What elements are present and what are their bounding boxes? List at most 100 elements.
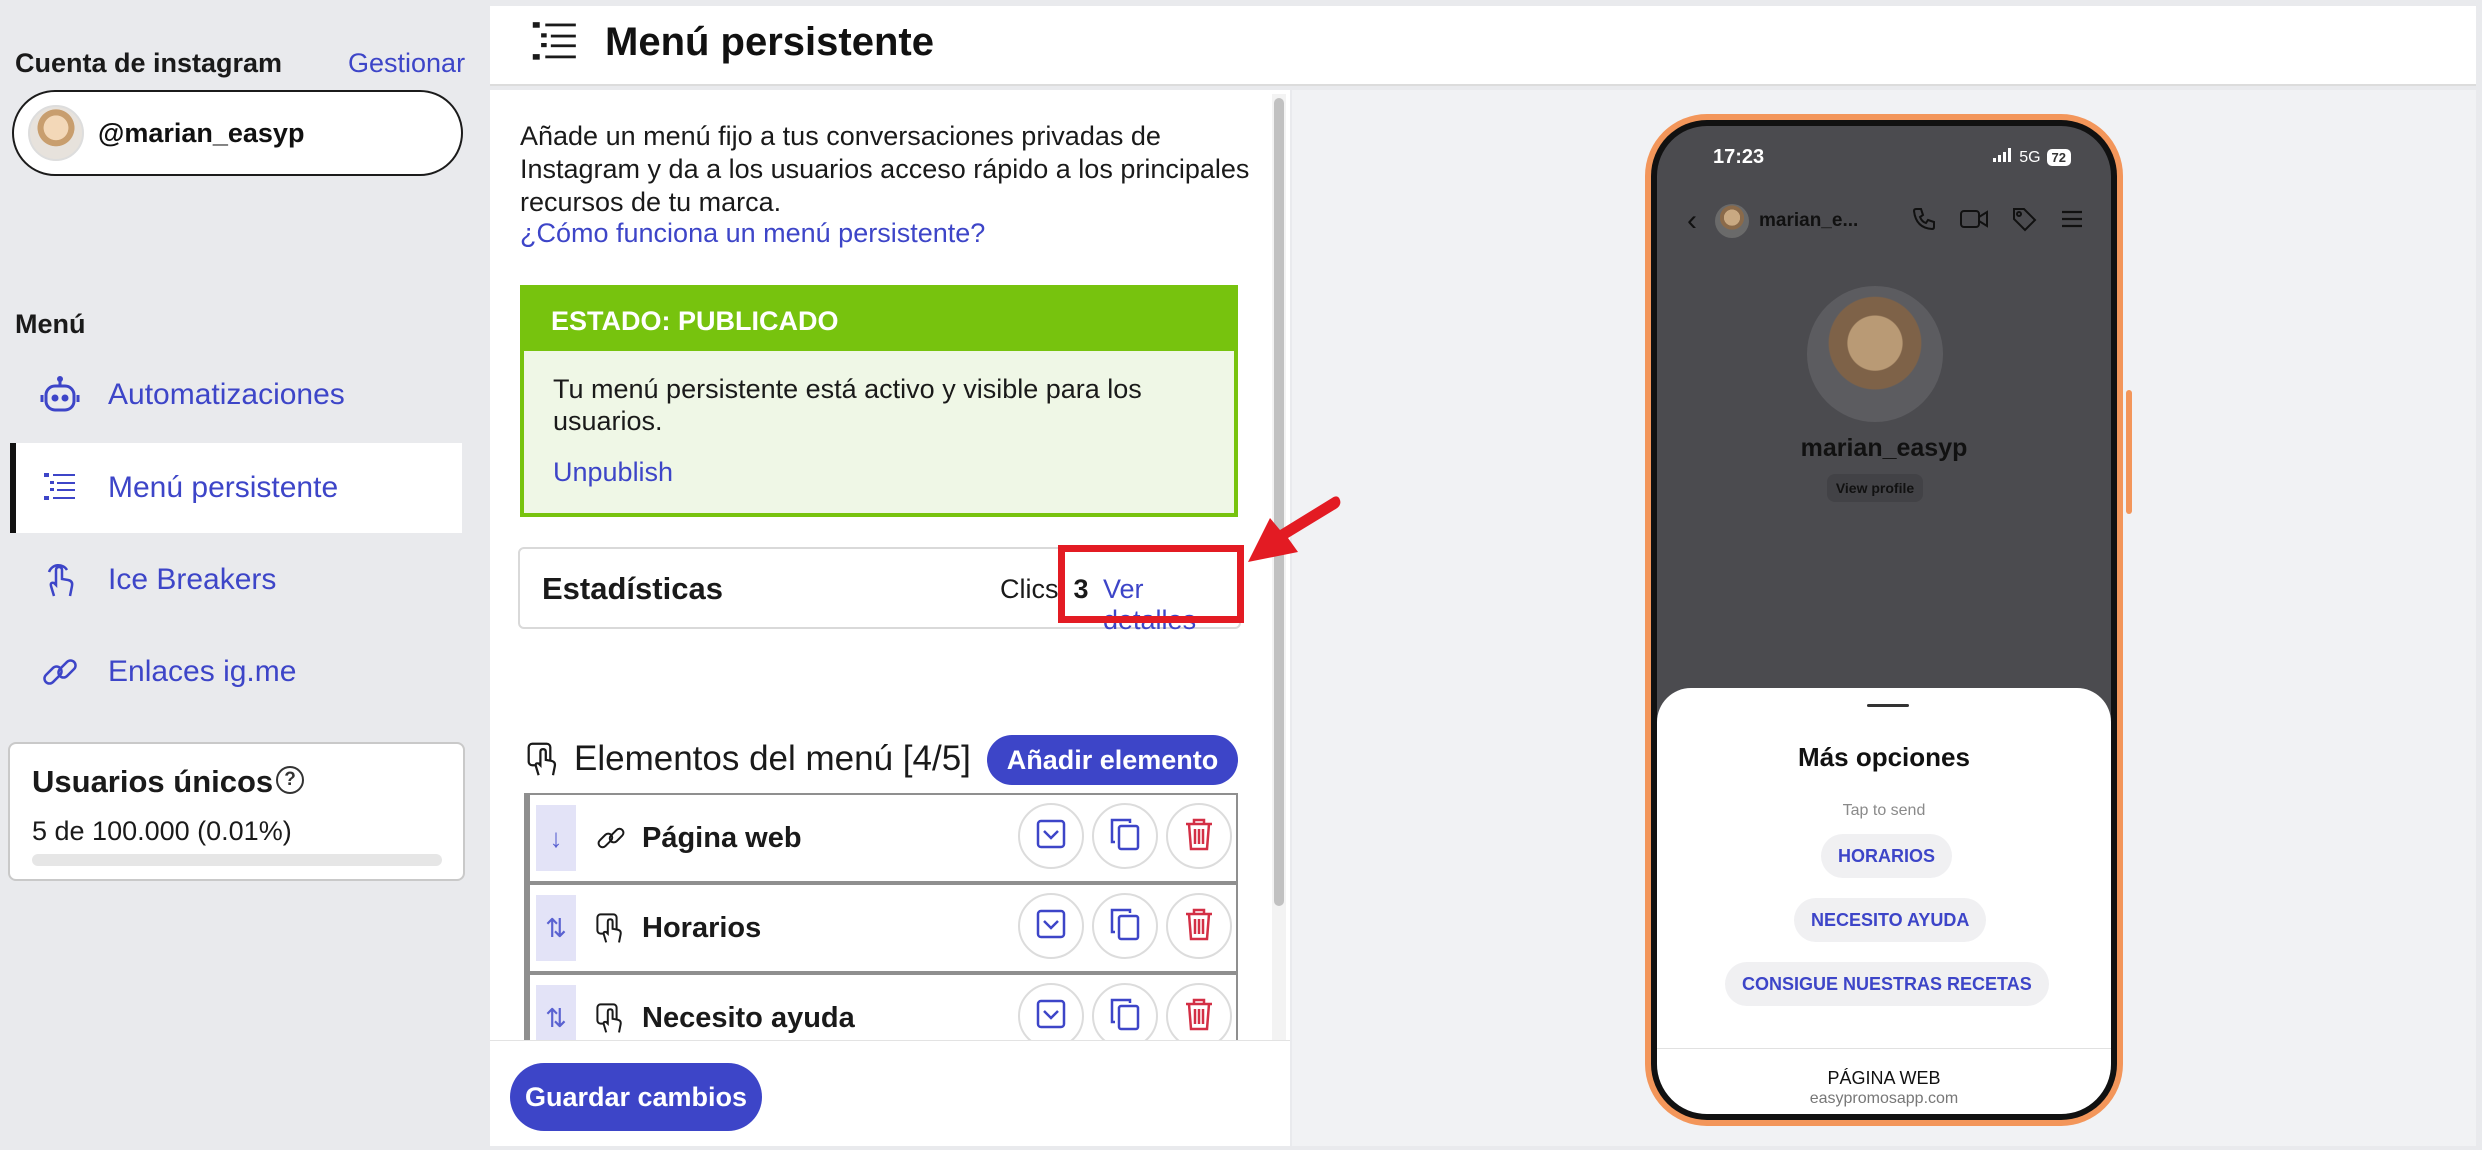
profile-avatar	[1807, 286, 1943, 422]
tag-icon	[2011, 206, 2037, 237]
back-icon: ‹	[1687, 204, 1697, 237]
web-link-title[interactable]: PÁGINA WEB	[1657, 1068, 2111, 1089]
battery-icon: 72	[2046, 149, 2071, 166]
chat-header-icons	[1911, 206, 2085, 237]
row-actions	[1018, 893, 1232, 959]
phone-time: 17:23	[1713, 146, 1765, 168]
phone-status-bar: 5G 72	[1993, 148, 2071, 167]
sheet-handle[interactable]	[1867, 704, 1909, 707]
sidebar: Cuenta de instagram Gestionar @marian_ea…	[0, 0, 486, 1150]
avatar	[28, 105, 84, 161]
status-box: ESTADO: PUBLICADO Tu menú persistente es…	[520, 285, 1238, 517]
sidebar-item-label: Enlaces ig.me	[108, 655, 297, 688]
web-link-url[interactable]: easypromosapp.com	[1657, 1090, 2111, 1108]
status-header: ESTADO: PUBLICADO	[524, 289, 1234, 351]
highlight-box	[1058, 545, 1244, 623]
copy-icon	[1109, 817, 1141, 856]
phone-side-button	[2126, 390, 2132, 514]
profile-username: marian_easyp	[1800, 434, 1968, 462]
trash-icon	[1184, 907, 1214, 946]
menu-item-label: Necesito ayuda	[642, 1001, 855, 1034]
page-header: Menú persistente	[490, 6, 2476, 86]
menu-item-row: ↓ Página web	[524, 793, 1238, 883]
tap-hand-icon	[594, 1001, 628, 1035]
duplicate-button[interactable]	[1092, 893, 1158, 959]
unpublish-link[interactable]: Unpublish	[553, 457, 673, 488]
unique-users-count: 5 de 100.000 (0.01%)	[32, 816, 292, 846]
menu-item-label: Horarios	[642, 911, 762, 944]
arrow-annotation-icon	[1248, 496, 1341, 562]
more-options-sheet: Más opciones Tap to send HORARIOS NECESI…	[1657, 688, 2111, 1114]
menu-section-title: Menú	[15, 309, 86, 339]
menu-item-label: Página web	[642, 821, 802, 854]
robot-icon	[38, 373, 82, 417]
add-element-button[interactable]: Añadir elemento	[987, 735, 1238, 785]
description-text: Añade un menú fijo a tus conversaciones …	[520, 121, 1250, 217]
chevron-down-icon	[1036, 999, 1066, 1034]
link-icon	[38, 650, 82, 694]
sidebar-item-automatizaciones[interactable]: Automatizaciones	[10, 350, 462, 440]
list-icon	[530, 18, 580, 73]
delete-button[interactable]	[1166, 893, 1232, 959]
phone-call-icon	[1911, 206, 1937, 237]
menu-item-row: ⇅ Necesito ayuda	[524, 973, 1238, 1050]
trash-icon	[1184, 817, 1214, 856]
quick-reply-chip[interactable]: NECESITO AYUDA	[1794, 898, 1987, 942]
save-footer: Guardar cambios	[490, 1040, 1290, 1146]
account-handle: @marian_easyp	[98, 117, 305, 148]
delete-button[interactable]	[1166, 803, 1232, 869]
sidebar-item-label: Menú persistente	[108, 471, 339, 504]
network-label: 5G	[2019, 148, 2041, 166]
sidebar-item-menu-persistente[interactable]: Menú persistente	[10, 443, 462, 533]
trash-icon	[1184, 997, 1214, 1036]
sidebar-item-enlaces[interactable]: Enlaces ig.me	[10, 627, 462, 717]
status-text: Tu menú persistente está activo y visibl…	[553, 374, 1142, 436]
sidebar-item-ice-breakers[interactable]: Ice Breakers	[10, 535, 462, 625]
chevron-down-icon	[1036, 909, 1066, 944]
expand-button[interactable]	[1018, 803, 1084, 869]
help-link[interactable]: ¿Cómo funciona un menú persistente?	[520, 218, 985, 249]
unique-users-card: Usuarios únicos ? 5 de 100.000 (0.01%)	[8, 742, 465, 881]
view-profile-button[interactable]: View profile	[1827, 474, 1923, 502]
unique-users-title: Usuarios únicos	[32, 764, 274, 799]
quick-reply-chip[interactable]: CONSIGUE NUESTRAS RECETAS	[1725, 962, 2049, 1006]
drag-handle[interactable]: ↓	[536, 805, 576, 871]
chevron-down-icon	[1036, 819, 1066, 854]
duplicate-button[interactable]	[1092, 803, 1158, 869]
drag-handle[interactable]: ⇅	[536, 895, 576, 961]
menu-item-row: ⇅ Horarios	[524, 883, 1238, 973]
unique-users-progress	[32, 854, 442, 866]
help-icon[interactable]: ?	[276, 766, 304, 794]
link-icon	[594, 821, 628, 855]
tap-hand-icon	[38, 558, 82, 602]
copy-icon	[1109, 907, 1141, 946]
account-selector[interactable]: @marian_easyp	[12, 90, 463, 176]
chat-name: marian_e...	[1759, 210, 1859, 231]
video-call-icon	[1959, 206, 1989, 237]
manage-account-link[interactable]: Gestionar	[348, 48, 465, 79]
tap-hand-icon	[594, 911, 628, 945]
statistics-title: Estadísticas	[542, 571, 723, 606]
account-title: Cuenta de instagram	[15, 48, 283, 78]
row-actions	[1018, 803, 1232, 869]
chat-header: ‹ marian_e...	[1657, 186, 2111, 256]
menu-icon	[2059, 206, 2085, 237]
clicks-label: Clics:	[1000, 574, 1066, 604]
page-title: Menú persistente	[605, 20, 934, 64]
avatar	[1715, 204, 1749, 238]
list-icon	[38, 466, 82, 510]
quick-reply-chip[interactable]: HORARIOS	[1821, 834, 1953, 878]
save-changes-button[interactable]: Guardar cambios	[510, 1063, 762, 1131]
sidebar-item-label: Ice Breakers	[108, 563, 277, 596]
tap-hand-icon	[526, 740, 562, 783]
divider	[1657, 1048, 2111, 1049]
sidebar-item-label: Automatizaciones	[108, 378, 345, 411]
phone-frame: 17:23 5G 72 ‹ marian_e... marian_easyp V…	[1645, 114, 2123, 1126]
expand-button[interactable]	[1018, 893, 1084, 959]
phone-preview-panel: 17:23 5G 72 ‹ marian_e... marian_easyp V…	[1292, 90, 2476, 1146]
menu-elements-title: Elementos del menú [4/5]	[574, 739, 971, 778]
copy-icon	[1109, 997, 1141, 1036]
sheet-subtitle: Tap to send	[1842, 802, 1926, 819]
phone-screen: 17:23 5G 72 ‹ marian_e... marian_easyp V…	[1657, 126, 2111, 1114]
sheet-title: Más opciones	[1798, 742, 1970, 772]
